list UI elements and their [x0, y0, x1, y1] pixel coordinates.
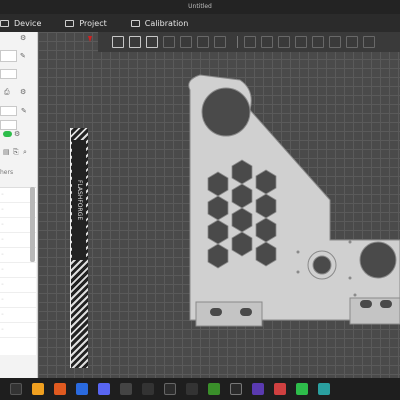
axis-marker — [88, 36, 92, 42]
game-icon[interactable] — [252, 383, 264, 395]
bottom-tab-left — [195, 301, 263, 327]
brave-icon[interactable] — [54, 383, 66, 395]
xbox-icon[interactable] — [230, 383, 242, 395]
slot-3 — [360, 300, 372, 308]
minecraft-icon[interactable] — [208, 383, 220, 395]
obs-icon[interactable] — [120, 383, 132, 395]
small-hole — [312, 255, 332, 275]
explorer-icon[interactable] — [186, 383, 198, 395]
hex-pattern — [207, 159, 277, 269]
os-taskbar — [0, 378, 400, 400]
slicer-icon[interactable] — [274, 383, 286, 395]
green-app-icon[interactable] — [296, 383, 308, 395]
discord-icon[interactable] — [98, 383, 110, 395]
folder-app-icon[interactable] — [32, 383, 44, 395]
epic-icon[interactable] — [164, 383, 176, 395]
slot-4 — [380, 300, 392, 308]
chat-app-icon[interactable] — [318, 383, 330, 395]
bottom-tab-right — [349, 297, 400, 325]
app-icon[interactable] — [142, 383, 154, 395]
steam-icon[interactable] — [76, 383, 88, 395]
slot-2 — [240, 308, 252, 316]
model-part[interactable] — [0, 0, 400, 400]
app-window: Untitled Device Project Calibration ⚙ ✎ … — [0, 0, 400, 400]
start-icon[interactable] — [10, 383, 22, 395]
slot-1 — [210, 308, 222, 316]
large-hole-right — [359, 241, 397, 279]
mount-hole — [201, 87, 251, 137]
